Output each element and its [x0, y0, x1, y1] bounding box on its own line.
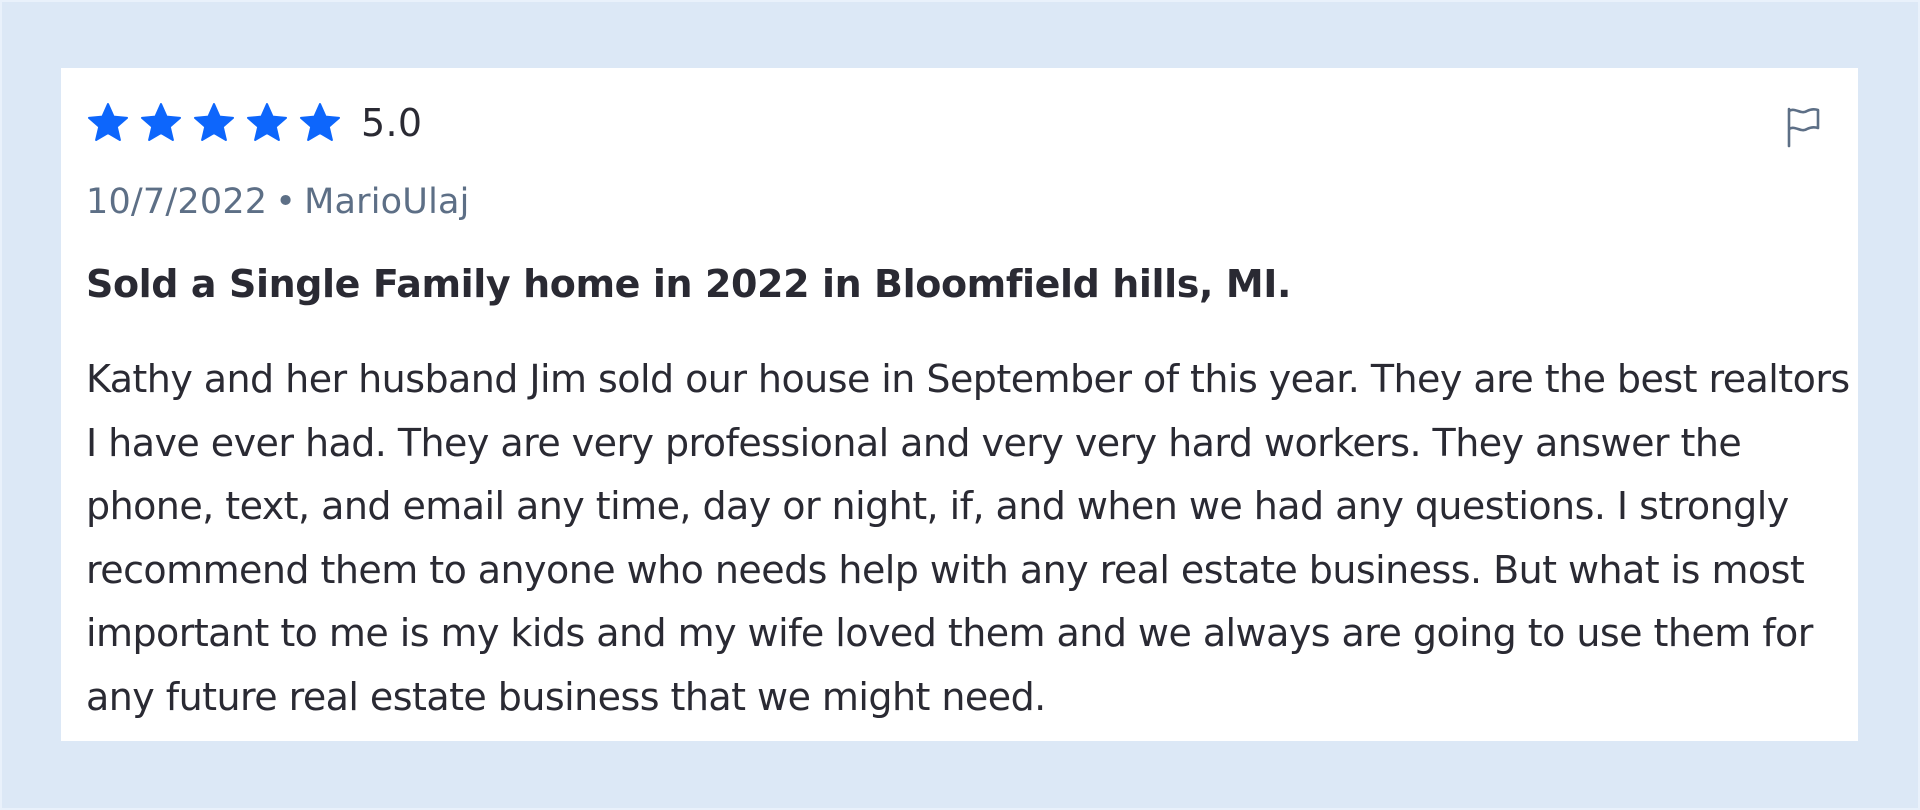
star-icon [298, 101, 342, 145]
star-icon [245, 101, 289, 145]
review-card: 5.0 10/7/2022 • MarioUlaj Sold a Single Fa… [61, 68, 1858, 741]
star-icon [192, 101, 236, 145]
review-meta: 10/7/2022 • MarioUlaj [86, 180, 1834, 224]
star-icon [86, 101, 130, 145]
meta-separator: • [275, 182, 297, 222]
flag-icon [1787, 107, 1820, 148]
star-icon [139, 101, 183, 145]
rating-row: 5.0 [86, 96, 1834, 150]
review-headline: Sold a Single Family home in 2022 in Blo… [86, 262, 1292, 306]
review-date: 10/7/2022 [86, 182, 268, 222]
report-flag-button[interactable] [1784, 106, 1822, 148]
review-body: Kathy and her husband Jim sold our house… [86, 357, 1850, 719]
rating-score: 5.0 [361, 101, 423, 145]
review-author: MarioUlaj [304, 182, 470, 222]
star-rating [86, 101, 342, 145]
